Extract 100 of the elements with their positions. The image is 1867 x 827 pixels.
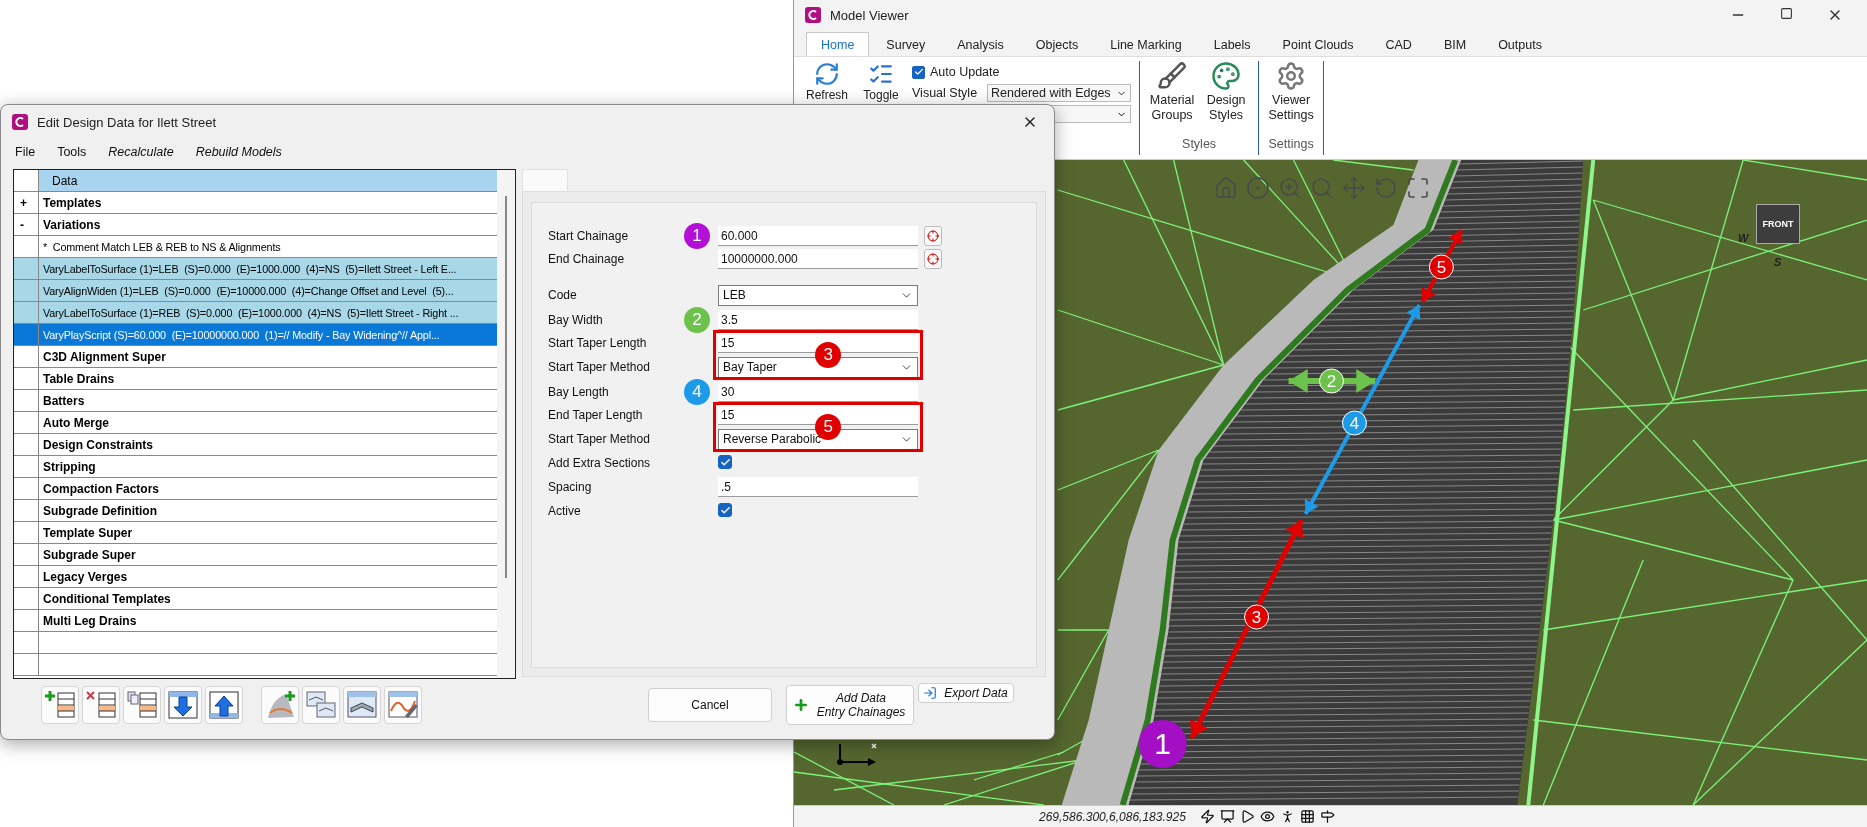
group-label: Settings: [1268, 137, 1314, 153]
dropdown[interactable]: LEB: [718, 284, 918, 306]
ribbon-tab[interactable]: Labels: [1198, 32, 1266, 56]
tree-row[interactable]: Compaction Factors: [14, 478, 497, 500]
checkbox[interactable]: [718, 503, 732, 518]
grid-icon[interactable]: [1299, 809, 1315, 824]
field-label: Start Chainage: [548, 229, 630, 243]
menu-item[interactable]: Tools: [57, 145, 87, 159]
toolbar-button[interactable]: [164, 686, 202, 724]
gears-icon: [1276, 61, 1307, 91]
tree-row[interactable]: VaryAlignWiden (1)=LEB (S)=0.000 (E)=10000.000 (4)=Change Offset and Level (5)...: [14, 280, 497, 302]
crosshair-icon: [927, 253, 939, 265]
presentation-icon[interactable]: [1219, 809, 1235, 824]
pick-button[interactable]: [924, 226, 942, 246]
checkbox[interactable]: [912, 65, 925, 79]
text-field[interactable]: 3.5: [718, 310, 918, 330]
toolbar-button[interactable]: [384, 686, 422, 724]
tree-row[interactable]: VaryLabelToSurface (1)=LEB (S)=0.000 (E)=1000.000 (4)=NS (5)=Ilett Street - Left E...: [14, 258, 497, 280]
tree-row[interactable]: VaryLabelToSurface (1)=REB (S)=0.000 (E)=1000.000 (4)=NS (5)=Ilett Street - Right ...: [14, 302, 497, 324]
refresh-icon: [814, 61, 840, 87]
menu-item[interactable]: Recalculate: [108, 145, 174, 159]
ribbon-button[interactable]: Design Styles: [1202, 61, 1251, 123]
checkbox[interactable]: [718, 455, 732, 470]
section-icon: [346, 689, 378, 721]
tree-row[interactable]: * Comment Match LEB & REB to NS & Alignments: [14, 236, 497, 258]
tree-row[interactable]: Multi Leg Drains: [14, 610, 497, 632]
field-label: Bay Width: [548, 313, 604, 327]
toolbar-button[interactable]: [41, 686, 79, 724]
field-label: Visual Style: [912, 86, 978, 100]
text-field[interactable]: 60.000: [718, 226, 918, 246]
window-title: Model Viewer: [830, 7, 910, 23]
tree-row[interactable]: Auto Merge: [14, 412, 497, 434]
toolbar-button[interactable]: [343, 686, 381, 724]
palette-brush-icon: [1157, 61, 1188, 91]
orbit-icon[interactable]: [1246, 176, 1270, 200]
toolbar-button[interactable]: [123, 686, 161, 724]
toolbar-button[interactable]: [82, 686, 120, 724]
ribbon-button[interactable]: Refresh: [804, 61, 850, 155]
tree-row[interactable]: Design Constraints: [14, 434, 497, 456]
ribbon-tab[interactable]: Analysis: [942, 32, 1019, 56]
number-marker: 3: [1244, 604, 1270, 630]
view-cube[interactable]: FRONT: [1756, 204, 1800, 244]
text-field[interactable]: 10000000.000: [718, 249, 918, 269]
tree-row[interactable]: Subgrade Super: [14, 544, 497, 566]
dialog-button[interactable]: Export Data: [918, 683, 1014, 703]
tree-row[interactable]: Table Drains: [14, 368, 497, 390]
tree-row[interactable]: - Variations: [14, 214, 497, 236]
table-copy-icon: [126, 689, 158, 721]
toolbar-button[interactable]: [261, 686, 299, 724]
dialog-button[interactable]: Cancel: [648, 688, 772, 722]
zoom-icon[interactable]: [1310, 176, 1334, 200]
tree-row[interactable]: Batters: [14, 390, 497, 412]
tree-row[interactable]: VaryPlayScript (S)=60.000 (E)=10000000.000 (1)=// Modify - Bay Widening^// Appl...: [14, 324, 497, 346]
maximize-icon[interactable]: [1780, 7, 1793, 20]
toolbar-button[interactable]: [205, 686, 243, 724]
menu-item[interactable]: File: [15, 145, 36, 159]
ribbon-button[interactable]: Toggle: [858, 61, 904, 155]
tree-row[interactable]: Template Super: [14, 522, 497, 544]
lightning-icon[interactable]: [1199, 809, 1215, 824]
play-icon[interactable]: [1239, 809, 1255, 824]
number-marker: 2: [684, 307, 710, 333]
toolbar-button[interactable]: [302, 686, 340, 724]
text-field[interactable]: .5: [718, 477, 918, 497]
signpost-icon[interactable]: [1319, 809, 1335, 824]
menu-item[interactable]: Rebuild Models: [195, 145, 282, 159]
sections-icon: [305, 689, 337, 721]
ribbon-tab[interactable]: BIM: [1428, 32, 1482, 56]
text-field[interactable]: 30: [718, 382, 918, 402]
ribbon-tab[interactable]: Point Clouds: [1267, 32, 1369, 56]
palette-icon: [1211, 61, 1242, 91]
app-logo: [804, 6, 822, 24]
tree-row[interactable]: C3D Alignment Super: [14, 346, 497, 368]
ribbon-tab[interactable]: Outputs: [1483, 32, 1557, 56]
tree-row[interactable]: Conditional Templates: [14, 588, 497, 610]
field-label: End Chainage: [548, 252, 626, 266]
tree-row[interactable]: Legacy Verges: [14, 566, 497, 588]
ribbon-tab[interactable]: CAD: [1370, 32, 1427, 56]
ribbon-button[interactable]: Material Groups: [1148, 61, 1197, 123]
field-label: Start Taper Method: [548, 360, 651, 374]
dropdown[interactable]: Rendered with Edges: [987, 84, 1132, 102]
fit-view-icon[interactable]: [1406, 176, 1430, 200]
ribbon-tab[interactable]: Home: [806, 32, 870, 56]
number-marker: 4: [684, 379, 710, 405]
tree-row[interactable]: Stripping: [14, 456, 497, 478]
checkbox-label: Auto Update: [930, 65, 1000, 79]
eye-icon[interactable]: [1259, 809, 1275, 824]
field-label: Start Taper Method: [548, 432, 651, 446]
ribbon-tab[interactable]: Survey: [871, 32, 941, 56]
window-title: Edit Design Data for Ilett Street: [37, 114, 218, 130]
compass-letter: W: [1738, 232, 1749, 244]
ribbon-tab[interactable]: Objects: [1020, 32, 1094, 56]
number-marker: 1: [684, 223, 710, 249]
tree-row[interactable]: Subgrade Definition: [14, 500, 497, 522]
ribbon-button[interactable]: Viewer Settings: [1267, 61, 1316, 123]
ribbon-tab[interactable]: Line Marking: [1095, 32, 1197, 56]
dialog-button[interactable]: Add Data Entry Chainages: [786, 685, 914, 725]
pick-button[interactable]: [924, 249, 942, 269]
table-plus-icon: [44, 689, 76, 721]
tree-row[interactable]: + Templates: [14, 192, 497, 214]
column-header: Data: [39, 170, 497, 192]
